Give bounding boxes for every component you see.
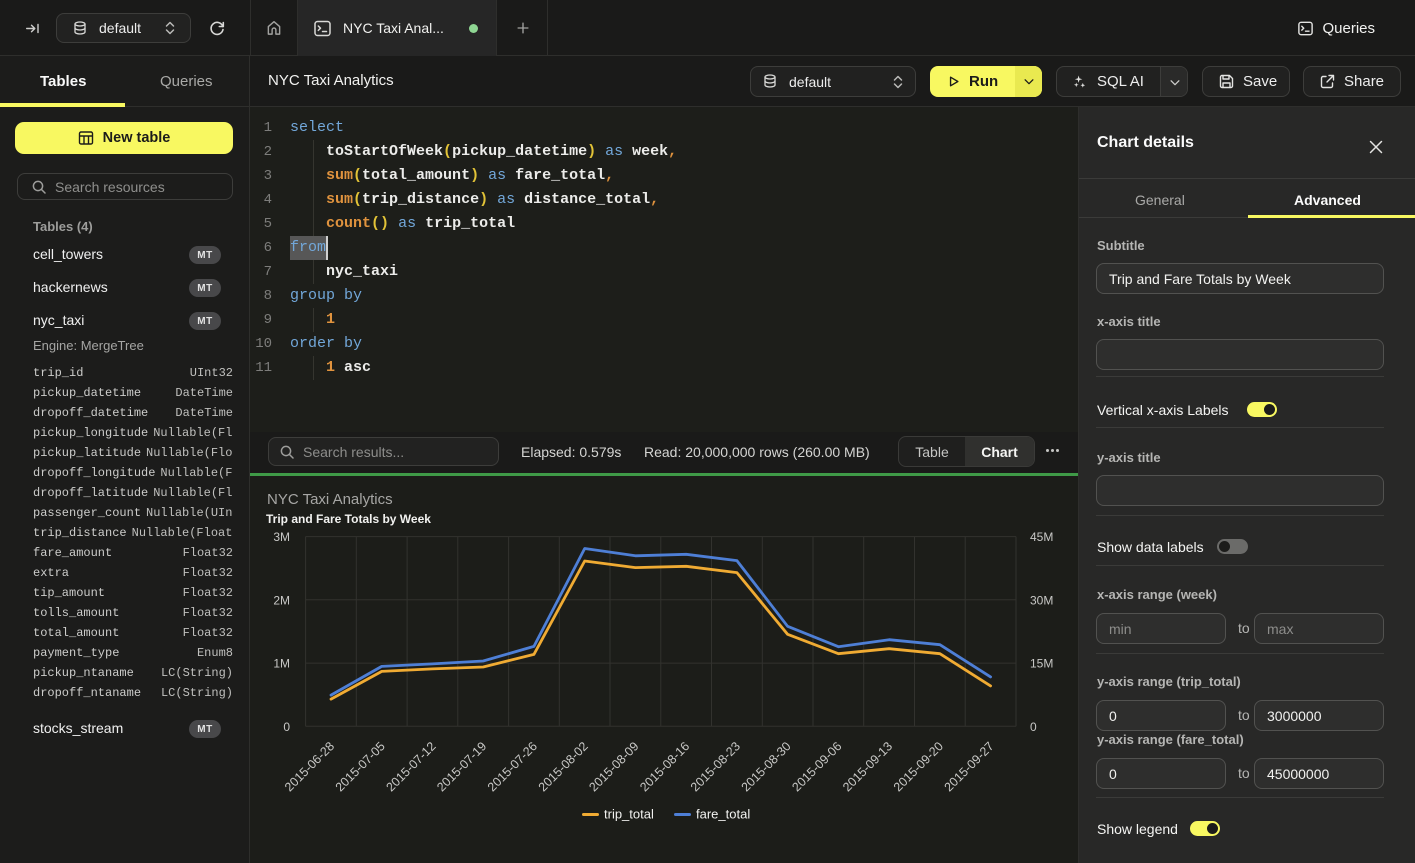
svg-text:Trip and Fare Totals by Week: Trip and Fare Totals by Week — [266, 512, 431, 526]
svg-text:trip_total: trip_total — [604, 807, 654, 822]
svg-text:15M: 15M — [1030, 657, 1053, 671]
svg-text:3M: 3M — [273, 530, 290, 544]
svg-text:45M: 45M — [1030, 530, 1053, 544]
svg-text:2015-08-23: 2015-08-23 — [688, 739, 743, 794]
svg-text:2015-08-16: 2015-08-16 — [637, 739, 692, 794]
svg-text:2015-08-30: 2015-08-30 — [739, 739, 794, 794]
svg-text:2M: 2M — [273, 593, 290, 607]
svg-text:2015-07-05: 2015-07-05 — [333, 739, 388, 794]
svg-text:2015-09-06: 2015-09-06 — [789, 739, 844, 794]
svg-text:2015-07-19: 2015-07-19 — [434, 739, 489, 794]
svg-text:0: 0 — [1030, 720, 1037, 734]
svg-text:2015-09-20: 2015-09-20 — [891, 739, 946, 794]
svg-text:2015-07-26: 2015-07-26 — [485, 739, 540, 794]
svg-text:fare_total: fare_total — [696, 807, 750, 822]
svg-text:1M: 1M — [273, 657, 290, 671]
svg-text:2015-09-13: 2015-09-13 — [840, 739, 895, 794]
svg-text:0: 0 — [283, 720, 290, 734]
svg-text:2015-09-27: 2015-09-27 — [942, 739, 997, 794]
svg-text:2015-06-28: 2015-06-28 — [282, 739, 337, 794]
svg-text:2015-07-12: 2015-07-12 — [384, 739, 439, 794]
svg-text:2015-08-09: 2015-08-09 — [586, 739, 641, 794]
svg-text:2015-08-02: 2015-08-02 — [536, 739, 591, 794]
svg-text:30M: 30M — [1030, 593, 1053, 607]
svg-text:NYC Taxi Analytics: NYC Taxi Analytics — [267, 491, 393, 508]
